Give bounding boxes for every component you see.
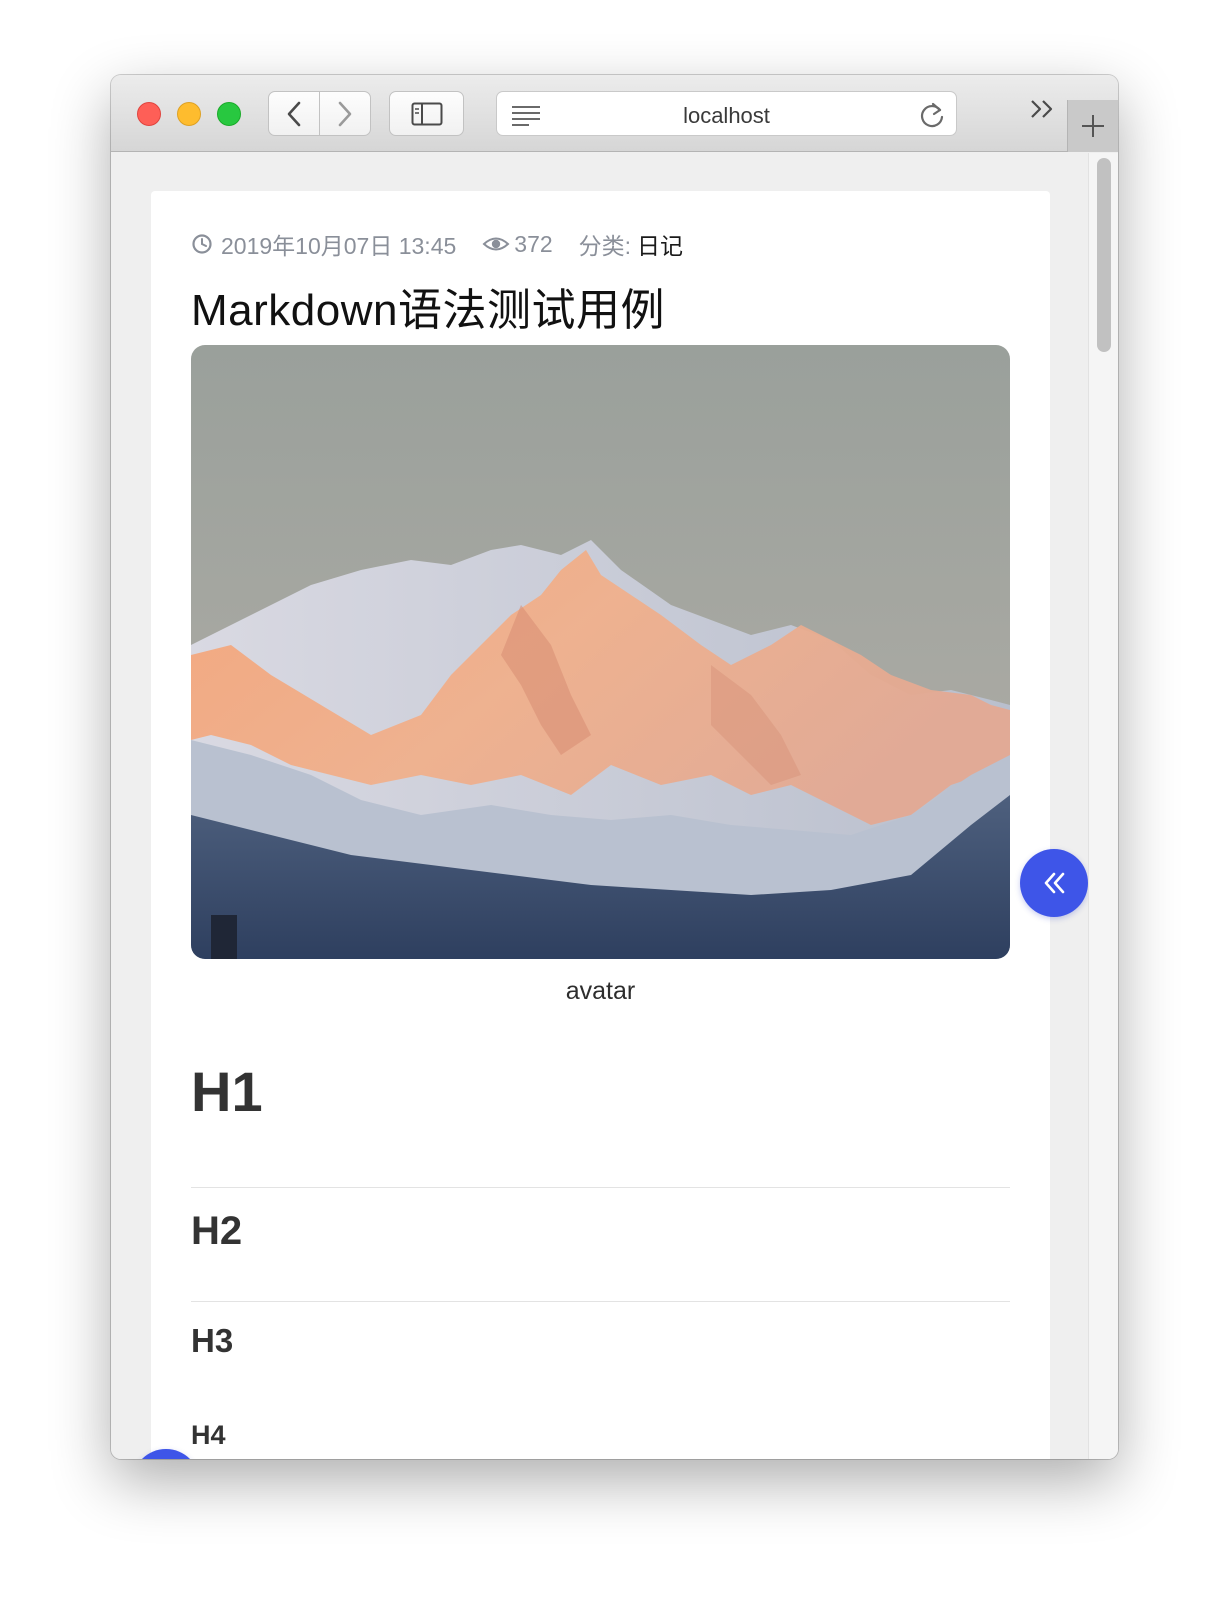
forward-button[interactable] bbox=[319, 91, 371, 136]
close-window-button[interactable] bbox=[137, 102, 161, 126]
vertical-scrollbar[interactable] bbox=[1088, 153, 1118, 1459]
toolbar-overflow-icon[interactable] bbox=[1029, 97, 1057, 121]
chevron-right-icon bbox=[338, 101, 352, 126]
eye-icon bbox=[482, 234, 510, 254]
post-card: 2019年10月07日 13:45 372 分类: 日记 Markdown语法测… bbox=[151, 191, 1050, 1459]
collapse-panel-button[interactable] bbox=[1020, 849, 1088, 917]
back-button[interactable] bbox=[268, 91, 320, 136]
minimize-window-button[interactable] bbox=[177, 102, 201, 126]
zoom-window-button[interactable] bbox=[217, 102, 241, 126]
post-date: 2019年10月07日 13:45 bbox=[221, 233, 457, 259]
browser-toolbar: localhost bbox=[111, 75, 1118, 152]
address-bar[interactable]: localhost bbox=[496, 91, 957, 136]
page-viewport: 2019年10月07日 13:45 372 分类: 日记 Markdown语法测… bbox=[111, 153, 1118, 1459]
double-chevron-left-icon bbox=[1044, 872, 1065, 894]
chevron-left-icon bbox=[287, 101, 301, 126]
heading-h4: H4 bbox=[191, 1420, 226, 1450]
heading-h2: H2 bbox=[191, 1209, 243, 1253]
plus-icon bbox=[1082, 115, 1104, 137]
heading-h1: H1 bbox=[191, 1060, 263, 1123]
scrollbar-thumb[interactable] bbox=[1097, 158, 1111, 352]
post-category-link[interactable]: 日记 bbox=[637, 227, 683, 261]
image-caption: avatar bbox=[565, 977, 636, 1005]
heading-h3: H3 bbox=[191, 1322, 234, 1359]
post-views: 372 bbox=[514, 230, 553, 257]
post-meta: 2019年10月07日 13:45 372 分类: 日记 bbox=[191, 229, 683, 259]
new-tab-button[interactable] bbox=[1067, 100, 1118, 152]
heading-h1-divider bbox=[191, 1187, 1010, 1188]
reload-icon[interactable] bbox=[919, 101, 945, 129]
post-title: Markdown语法测试用例 bbox=[191, 286, 665, 335]
sidebar-icon bbox=[411, 102, 442, 125]
post-image bbox=[191, 345, 1010, 959]
browser-window: localhost 2019年10月07日 13:45 372 分类: 日记 M… bbox=[111, 75, 1118, 1459]
post-category-label: 分类: bbox=[578, 233, 632, 259]
address-text: localhost bbox=[683, 103, 770, 128]
clock-icon bbox=[191, 233, 213, 255]
sidebar-toggle-button[interactable] bbox=[389, 91, 464, 136]
heading-h2-divider bbox=[191, 1301, 1010, 1302]
